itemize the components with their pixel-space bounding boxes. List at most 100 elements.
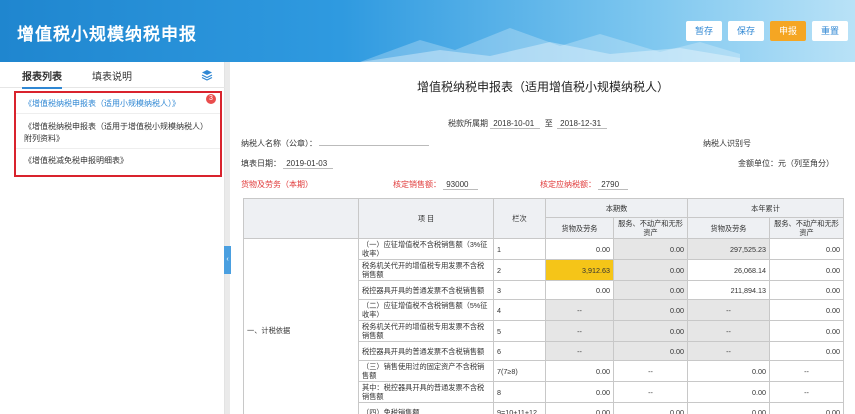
amount-unit: 金额单位：元（列至角分）	[738, 159, 834, 168]
cell-service-ytd: --	[769, 360, 845, 382]
cell-service-ytd: 0.00	[769, 259, 845, 281]
approved-tax-label: 核定应纳税额：	[540, 180, 596, 189]
taxpayer-name-label: 纳税人名称（公章）：	[241, 139, 317, 148]
cell-goods-ytd: 297,525.23	[687, 238, 771, 260]
approved-sales: 核定销售额： 93000	[393, 179, 479, 190]
row-item: 税务机关代开的增值税专用发票不含税销售额	[358, 259, 494, 281]
cell-goods-current[interactable]: 0.00	[545, 402, 614, 414]
cell-goods-ytd: --	[687, 341, 771, 361]
cell-goods-ytd: --	[687, 299, 771, 321]
row-item: （二）应征增值税不含税销售额（5%征收率）	[358, 299, 494, 321]
main-content: 增值税纳税申报表（适用增值税小规模纳税人） 税款所属期 2018-10-01 至…	[231, 62, 855, 414]
row-item: （四）免税销售额	[358, 402, 494, 414]
fill-date-label: 填表日期：	[241, 159, 281, 168]
header-goods-current: 货物及劳务	[545, 217, 614, 239]
cell-service-current: 0.00	[612, 280, 689, 300]
cell-goods-ytd: 0.00	[687, 360, 771, 382]
form-item-exemption[interactable]: 《增值税减免税申报明细表》	[16, 153, 220, 173]
cell-service-ytd: 0.00	[769, 299, 845, 321]
row-item: 其中：税控器具开具的普通发票不含税销售额	[358, 381, 494, 403]
row-col: 8	[493, 381, 546, 403]
approved-sales-label: 核定销售额：	[393, 180, 441, 189]
cell-service-current: 0.00	[612, 238, 689, 260]
taxpayer-name-field[interactable]	[319, 145, 430, 146]
row-item: 税务机关代开的增值税专用发票不含税销售额	[358, 320, 494, 342]
top-header: 增值税小规模纳税申报 暂存 保存 申报 重置	[0, 0, 855, 62]
header-goods-ytd: 货物及劳务	[687, 217, 771, 239]
form-item-main[interactable]: 《增值税纳税申报表（适用小规模纳税人）》	[16, 96, 220, 114]
declare-button[interactable]: 申报	[769, 21, 806, 41]
period-from-field[interactable]: 2018-10-01	[490, 119, 541, 129]
toolbar: 暂存 保存 申报 重置	[685, 21, 848, 41]
tax-return-table: 项 目 栏次 本期数 本年累计 货物及劳务 服务、不动产和无形资产 货物及劳务 …	[243, 198, 845, 414]
panel-splitter[interactable]	[225, 62, 230, 414]
approved-tax: 核定应纳税额： 2790	[540, 179, 629, 190]
period-to-label: 至	[544, 119, 553, 128]
fill-date-field[interactable]: 2019-01-03	[283, 159, 334, 169]
row-col: 1	[493, 238, 546, 260]
left-tabs: 报表列表 填表说明	[0, 62, 225, 89]
cell-goods-current[interactable]: 0.00	[545, 360, 614, 382]
header-service-current: 服务、不动产和无形资产	[612, 217, 689, 239]
collapse-left-icon[interactable]: ‹	[224, 246, 231, 274]
save-button[interactable]: 保存	[727, 21, 764, 41]
row-item: 税控器具开具的普通发票不含税销售额	[358, 280, 494, 300]
cell-service-ytd: 0.00	[769, 402, 845, 414]
row-col: 7(7≥8)	[493, 360, 546, 382]
header-column: 栏次	[493, 198, 546, 239]
row-col: 9=10+11+12	[493, 402, 546, 414]
layers-icon[interactable]	[201, 69, 213, 81]
cell-service-current: 0.00	[612, 299, 689, 321]
cell-service-current: --	[612, 381, 689, 403]
row-item: （一）应征增值税不含税销售额（3%征收率）	[358, 238, 494, 260]
cell-goods-ytd: 26,068.14	[687, 259, 771, 281]
cell-service-current: --	[612, 360, 689, 382]
cell-service-ytd: 0.00	[769, 280, 845, 300]
form-item-appendix[interactable]: 《增值税纳税申报表（适用于增值税小规模纳税人）附列资料》	[16, 119, 220, 149]
approved-tax-field[interactable]: 2790	[598, 180, 629, 190]
cell-goods-ytd: 211,894.13	[687, 280, 771, 300]
reset-button[interactable]: 重置	[811, 21, 848, 41]
goods-label: 货物及劳务（本期）	[241, 180, 313, 189]
cell-goods-current[interactable]: 0.00	[545, 280, 614, 300]
row-col: 3	[493, 280, 546, 300]
cell-goods-current: --	[545, 341, 614, 361]
header-blank	[243, 198, 359, 239]
cell-service-ytd: 0.00	[769, 341, 845, 361]
cell-goods-current[interactable]: 0.00	[545, 381, 614, 403]
notification-badge: 3	[206, 94, 216, 104]
app-title: 增值税小规模纳税申报	[17, 25, 197, 44]
taxpayer-name: 纳税人名称（公章）：	[241, 138, 430, 149]
approved-sales-field[interactable]: 93000	[443, 180, 479, 190]
row-col: 5	[493, 320, 546, 342]
period-to-field[interactable]: 2018-12-31	[557, 119, 608, 129]
cell-service-ytd: 0.00	[769, 320, 845, 342]
row-col: 4	[493, 299, 546, 321]
cell-goods-current: --	[545, 320, 614, 342]
tab-form-list[interactable]: 报表列表	[22, 68, 62, 89]
cell-service-ytd: 0.00	[769, 238, 845, 260]
cell-service-current: 0.00	[612, 259, 689, 281]
form-list: 《增值税纳税申报表（适用小规模纳税人）》 3 《增值税纳税申报表（适用于增值税小…	[14, 91, 222, 177]
cell-goods-ytd: 0.00	[687, 402, 771, 414]
row-col: 6	[493, 341, 546, 361]
cell-service-current: 0.00	[612, 341, 689, 361]
cell-service-ytd: --	[769, 381, 845, 403]
row-item: （三）销售使用过的固定资产不含税销售额	[358, 360, 494, 382]
cell-goods-current[interactable]: 3,912.63	[545, 259, 614, 281]
header-item: 项 目	[358, 198, 494, 239]
header-ytd: 本年累计	[687, 198, 845, 218]
temp-save-button[interactable]: 暂存	[685, 21, 722, 41]
header-current-period: 本期数	[544, 198, 689, 218]
cell-service-current: 0.00	[612, 320, 689, 342]
cell-goods-current[interactable]: 0.00	[545, 238, 614, 260]
cell-service-current[interactable]: 0.00	[612, 402, 689, 414]
tab-fill-instructions[interactable]: 填表说明	[92, 68, 132, 83]
document-title: 增值税纳税申报表（适用增值税小规模纳税人）	[416, 80, 669, 94]
table-row: 一、计税依据 （一）应征增值税不含税销售额（3%征收率） 1 0.00 0.00…	[243, 238, 845, 414]
cell-goods-ytd: 0.00	[687, 381, 771, 403]
section-label: 一、计税依据	[243, 238, 359, 414]
header-service-ytd: 服务、不动产和无形资产	[769, 217, 845, 239]
tax-period: 税款所属期 2018-10-01 至 2018-12-31	[448, 118, 608, 129]
taxpayer-id-label: 纳税人识别号	[703, 139, 751, 148]
